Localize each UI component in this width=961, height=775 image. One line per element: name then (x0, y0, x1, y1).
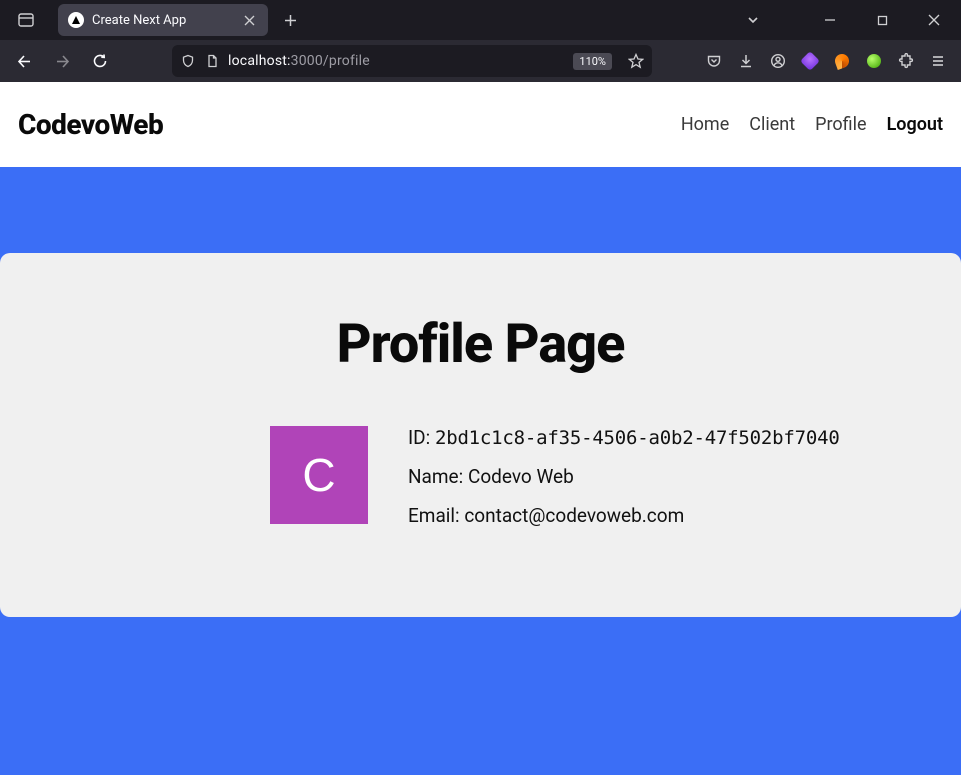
zoom-badge[interactable]: 110% (573, 53, 612, 70)
id-value: 2bd1c1c8-af35-4506-a0b2-47f502bf7040 (435, 427, 840, 449)
browser-tab[interactable]: Create Next App (58, 4, 268, 36)
profile-row: C ID: 2bd1c1c8-af35-4506-a0b2-47f502bf70… (60, 426, 901, 527)
url-bar[interactable]: localhost:3000/profile 110% (172, 45, 652, 77)
extension-orange-icon[interactable] (827, 46, 857, 76)
page-info-icon[interactable] (204, 53, 220, 69)
nav-link-profile[interactable]: Profile (815, 114, 866, 135)
email-label: Email: (408, 504, 460, 527)
url-host: localhost: (228, 53, 291, 69)
browser-toolbar: localhost:3000/profile 110% (0, 40, 961, 82)
extensions-puzzle-icon[interactable] (891, 46, 921, 76)
profile-id: ID: 2bd1c1c8-af35-4506-a0b2-47f502bf7040 (408, 426, 840, 449)
id-label: ID: (408, 426, 430, 449)
extension-purple-icon[interactable] (795, 46, 825, 76)
site-brand[interactable]: CodevoWeb (18, 108, 163, 141)
site-header: CodevoWeb Home Client Profile Logout (0, 82, 961, 167)
account-icon[interactable] (763, 46, 793, 76)
nav-link-logout[interactable]: Logout (887, 114, 943, 135)
page-viewport: CodevoWeb Home Client Profile Logout Pro… (0, 82, 961, 775)
nav-link-home[interactable]: Home (681, 114, 729, 135)
nav-back-button[interactable] (8, 45, 40, 77)
app-menu-button[interactable] (923, 46, 953, 76)
nav-link-client[interactable]: Client (749, 114, 795, 135)
tabs-dropdown-button[interactable] (739, 6, 767, 34)
shield-icon (180, 53, 196, 69)
tab-title: Create Next App (92, 13, 226, 28)
profile-card: Profile Page C ID: 2bd1c1c8-af35-4506-a0… (0, 253, 961, 617)
site-nav: Home Client Profile Logout (681, 114, 943, 135)
window-titlebar: Create Next App (0, 0, 961, 40)
profile-email: Email: contact@codevoweb.com (408, 504, 840, 527)
new-tab-button[interactable] (276, 6, 304, 34)
nav-forward-button[interactable] (46, 45, 78, 77)
url-path: 3000/profile (291, 53, 370, 69)
name-label: Name: (408, 465, 463, 488)
close-tab-button[interactable] (240, 11, 258, 29)
window-maximize-button[interactable] (859, 0, 905, 40)
profile-name: Name: Codevo Web (408, 465, 840, 488)
window-close-button[interactable] (911, 0, 957, 40)
tab-favicon (68, 12, 84, 28)
email-value: contact@codevoweb.com (464, 504, 684, 527)
profile-details: ID: 2bd1c1c8-af35-4506-a0b2-47f502bf7040… (408, 426, 840, 527)
page-title: Profile Page (60, 313, 901, 376)
window-minimize-button[interactable] (807, 0, 853, 40)
reload-button[interactable] (84, 45, 116, 77)
downloads-icon[interactable] (731, 46, 761, 76)
panel-toggle-icon[interactable] (10, 4, 42, 36)
bookmark-star-icon[interactable] (626, 51, 646, 71)
avatar: C (270, 426, 368, 524)
name-value: Codevo Web (468, 465, 574, 488)
url-text: localhost:3000/profile (228, 53, 565, 69)
pocket-icon[interactable] (699, 46, 729, 76)
extension-green-icon[interactable] (859, 46, 889, 76)
